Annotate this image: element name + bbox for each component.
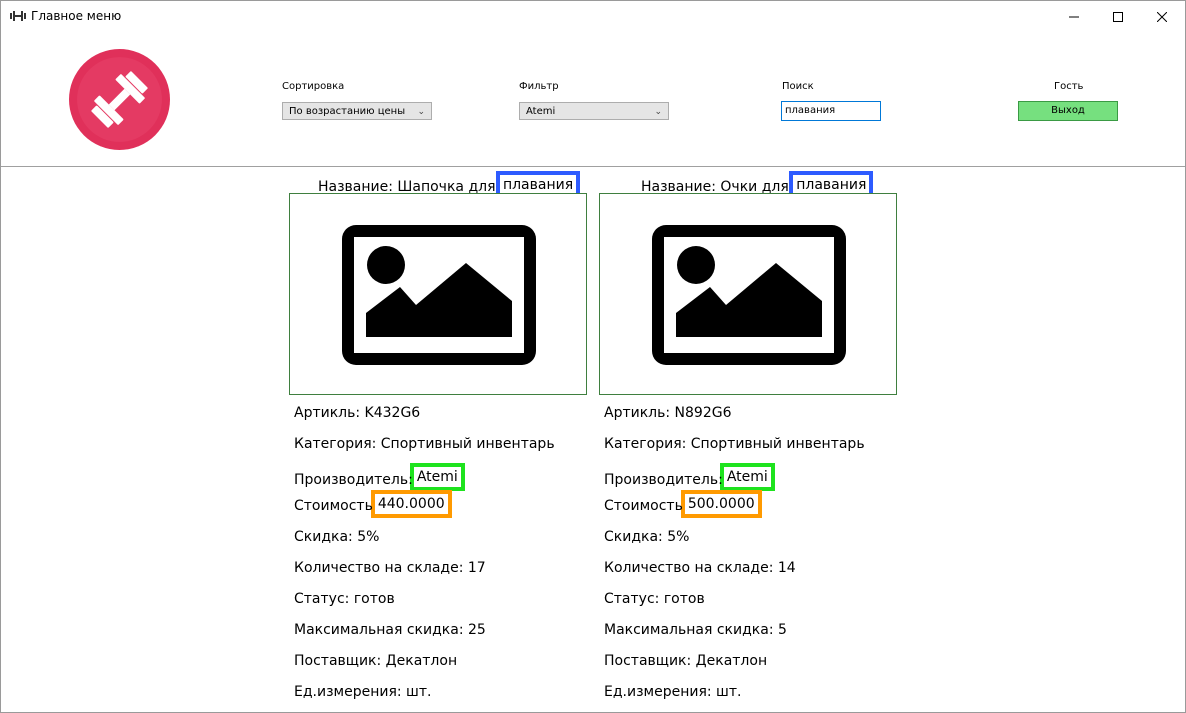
manufacturer-label: Производитель: <box>604 472 723 488</box>
stock-text: Количество на складе: 14 <box>604 560 796 576</box>
minimize-icon <box>1069 16 1079 17</box>
chevron-down-icon: ⌄ <box>417 107 425 117</box>
window-title: Главное меню <box>31 9 122 23</box>
price-label: Стоимость <box>604 498 683 514</box>
article-text: Артикль: K432G6 <box>294 405 421 421</box>
sort-combobox[interactable]: По возрастанию цены ⌄ <box>282 102 432 120</box>
stock-text: Количество на складе: 17 <box>294 560 486 576</box>
discount-text: Скидка: 5% <box>294 529 380 545</box>
manufacturer-row: Производитель: Atemi <box>294 463 465 491</box>
category-text: Категория: Спортивный инвентарь <box>294 436 555 452</box>
product-image <box>599 193 897 395</box>
price-row: Стоимость 440.0000 <box>294 490 452 518</box>
category-text: Категория: Спортивный инвентарь <box>604 436 865 452</box>
dumbbell-icon <box>10 11 26 21</box>
image-placeholder-icon <box>342 225 536 365</box>
search-input[interactable]: плавания <box>781 101 881 121</box>
supplier-text: Поставщик: Декатлон <box>604 653 768 669</box>
manufacturer-label: Производитель: <box>294 472 413 488</box>
filter-value: Atemi <box>526 106 556 117</box>
search-label: Поиск <box>782 81 814 92</box>
main-window: Главное меню Сортировка По возрастанию ц <box>0 0 1186 713</box>
unit-text: Ед.измерения: шт. <box>604 684 742 700</box>
price-highlight: 500.0000 <box>680 490 762 518</box>
close-button[interactable] <box>1139 1 1185 32</box>
price-row: Стоимость 500.0000 <box>604 490 762 518</box>
filter-combobox[interactable]: Atemi ⌄ <box>519 102 669 120</box>
maximize-icon <box>1113 11 1123 22</box>
sort-value: По возрастанию цены <box>289 106 406 117</box>
manufacturer-highlight: Atemi <box>409 463 465 491</box>
status-text: Статус: готов <box>294 591 395 607</box>
chevron-down-icon: ⌄ <box>654 107 662 117</box>
discount-text: Скидка: 5% <box>604 529 690 545</box>
max-discount-text: Максимальная скидка: 5 <box>604 622 787 638</box>
article-text: Артикль: N892G6 <box>604 405 732 421</box>
exit-button[interactable]: Выход <box>1018 101 1118 121</box>
filter-label: Фильтр <box>519 81 559 92</box>
title-bar[interactable]: Главное меню <box>1 1 1185 32</box>
manufacturer-row: Производитель: Atemi <box>604 463 775 491</box>
max-discount-text: Максимальная скидка: 25 <box>294 622 486 638</box>
price-highlight: 440.0000 <box>370 490 452 518</box>
sort-label: Сортировка <box>282 81 345 92</box>
image-placeholder-icon <box>652 225 846 365</box>
status-text: Статус: готов <box>604 591 705 607</box>
manufacturer-highlight: Atemi <box>719 463 775 491</box>
header-panel: Сортировка По возрастанию цены ⌄ Фильтр … <box>1 32 1185 167</box>
maximize-button[interactable] <box>1095 1 1141 32</box>
product-image <box>289 193 587 395</box>
user-role-label: Гость <box>1054 81 1084 92</box>
dumbbell-logo-icon <box>69 49 170 150</box>
price-label: Стоимость <box>294 498 373 514</box>
close-icon <box>1157 11 1167 22</box>
supplier-text: Поставщик: Декатлон <box>294 653 458 669</box>
minimize-button[interactable] <box>1051 1 1097 32</box>
unit-text: Ед.измерения: шт. <box>294 684 432 700</box>
